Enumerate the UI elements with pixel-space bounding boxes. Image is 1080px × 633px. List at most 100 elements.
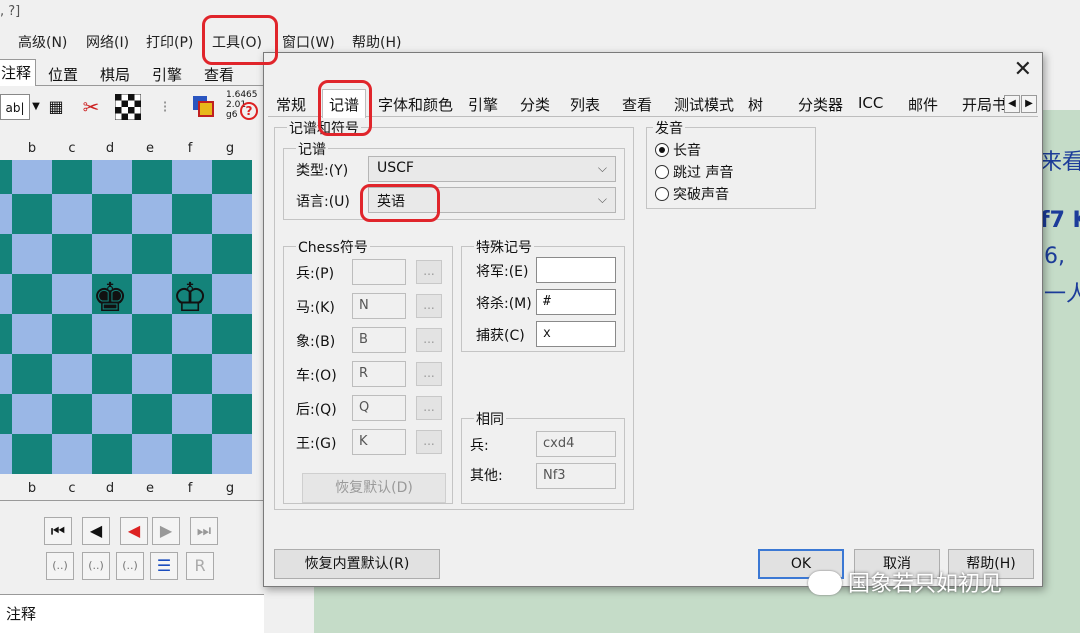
board-square[interactable]: [12, 160, 52, 194]
tab-test-mode[interactable]: 测试模式: [674, 94, 734, 115]
board-square[interactable]: [0, 354, 12, 394]
notes-tab[interactable]: 注释: [6, 603, 36, 624]
tab-opening-book[interactable]: 开局书: [962, 94, 1004, 115]
sound-option-skip[interactable]: 跳过 声音: [655, 162, 733, 182]
variation-button[interactable]: (..): [82, 552, 110, 580]
prev-move-button[interactable]: ◀: [82, 517, 110, 545]
text-style-icon[interactable]: ab|: [0, 94, 30, 120]
board-square[interactable]: [52, 434, 92, 474]
tab-position[interactable]: 位置: [44, 62, 82, 86]
board-square[interactable]: [132, 394, 172, 434]
tab-classify[interactable]: 分类: [520, 94, 550, 115]
chessboard[interactable]: ♚ ♔: [0, 160, 264, 474]
white-king-piece[interactable]: ♔: [170, 278, 210, 318]
board-square[interactable]: [132, 354, 172, 394]
board-square[interactable]: [212, 160, 252, 194]
board-square[interactable]: [212, 234, 252, 274]
color-piece-icon[interactable]: [190, 94, 216, 120]
board-square[interactable]: [132, 434, 172, 474]
board-square[interactable]: [212, 354, 252, 394]
board-square[interactable]: [12, 394, 52, 434]
tab-engine[interactable]: 引擎: [148, 62, 186, 86]
board-square[interactable]: [132, 160, 172, 194]
list-icon[interactable]: ⁝: [152, 94, 178, 120]
capture-symbol-input[interactable]: x: [536, 321, 616, 347]
tab-mail[interactable]: 邮件: [908, 94, 938, 115]
board-square[interactable]: [12, 434, 52, 474]
board-icon[interactable]: [114, 93, 142, 121]
board-square[interactable]: [12, 234, 52, 274]
board-square[interactable]: [52, 194, 92, 234]
board-square[interactable]: [12, 354, 52, 394]
tab-notes[interactable]: 注释: [0, 59, 37, 86]
back-variation-button[interactable]: ◀: [120, 517, 148, 545]
board-square[interactable]: [12, 274, 52, 314]
next-move-button[interactable]: ▶: [152, 517, 180, 545]
first-move-button[interactable]: ⏮: [44, 517, 72, 545]
board-square[interactable]: [12, 194, 52, 234]
board-square[interactable]: [0, 394, 12, 434]
board-square[interactable]: [212, 394, 252, 434]
menu-advanced[interactable]: 高级(N): [18, 32, 67, 52]
board-square[interactable]: [212, 274, 252, 314]
board-square[interactable]: [0, 274, 12, 314]
tab-icc[interactable]: ICC: [858, 94, 883, 112]
board-square[interactable]: [212, 434, 252, 474]
board-square[interactable]: [0, 314, 12, 354]
tab-classifier[interactable]: 分类器: [798, 94, 843, 115]
board-square[interactable]: [92, 234, 132, 274]
board-square[interactable]: [92, 394, 132, 434]
scissors-icon[interactable]: ✂: [78, 94, 104, 120]
restore-builtin-defaults-button[interactable]: 恢复内置默认(R): [274, 549, 440, 579]
board-square[interactable]: [0, 194, 12, 234]
menu-help[interactable]: 帮助(H): [352, 32, 401, 52]
type-select[interactable]: USCF ⌵: [368, 156, 616, 182]
tab-tree[interactable]: 树: [748, 94, 763, 115]
variation-button[interactable]: (..): [116, 552, 144, 580]
help-icon[interactable]: ?: [240, 102, 258, 120]
tab-scroll-right-icon[interactable]: ▶: [1021, 95, 1037, 113]
board-square[interactable]: [172, 194, 212, 234]
tab-engine[interactable]: 引擎: [468, 94, 498, 115]
tab-fonts-colors[interactable]: 字体和颜色: [378, 94, 453, 115]
mate-symbol-input[interactable]: #: [536, 289, 616, 315]
board-square[interactable]: [172, 394, 212, 434]
board-square[interactable]: [212, 314, 252, 354]
board-square[interactable]: [132, 274, 172, 314]
board-square[interactable]: [92, 434, 132, 474]
board-square[interactable]: [52, 274, 92, 314]
calculator-icon[interactable]: ▦: [44, 94, 68, 120]
board-square[interactable]: [0, 234, 12, 274]
board-square[interactable]: [52, 354, 92, 394]
board-square[interactable]: [12, 314, 52, 354]
sound-option-breakthrough[interactable]: 突破声音: [655, 184, 729, 204]
chevron-down-icon[interactable]: ▼: [30, 94, 42, 120]
board-square[interactable]: [52, 160, 92, 194]
board-square[interactable]: [92, 160, 132, 194]
board-square[interactable]: [52, 394, 92, 434]
check-symbol-input[interactable]: [536, 257, 616, 283]
board-square[interactable]: [172, 354, 212, 394]
board-square[interactable]: [0, 160, 12, 194]
board-square[interactable]: [212, 194, 252, 234]
menu-window[interactable]: 窗口(W): [282, 32, 335, 52]
variation-button[interactable]: (..): [46, 552, 74, 580]
board-square[interactable]: [0, 434, 12, 474]
table-icon[interactable]: ☰: [150, 552, 178, 580]
tab-list[interactable]: 列表: [570, 94, 600, 115]
menu-print[interactable]: 打印(P): [146, 32, 193, 52]
close-icon[interactable]: ✕: [1014, 57, 1032, 82]
board-square[interactable]: [172, 434, 212, 474]
menu-network[interactable]: 网络(I): [86, 32, 129, 52]
board-square[interactable]: [52, 234, 92, 274]
board-square[interactable]: [172, 160, 212, 194]
last-move-button[interactable]: ⏭: [190, 517, 218, 545]
board-square[interactable]: [172, 234, 212, 274]
board-square[interactable]: [132, 234, 172, 274]
board-square[interactable]: [92, 194, 132, 234]
sound-option-long[interactable]: 长音: [655, 140, 701, 160]
tab-general[interactable]: 常规: [276, 94, 306, 115]
board-square[interactable]: [52, 314, 92, 354]
tab-scroll-left-icon[interactable]: ◀: [1004, 95, 1020, 113]
black-king-piece[interactable]: ♚: [90, 278, 130, 318]
